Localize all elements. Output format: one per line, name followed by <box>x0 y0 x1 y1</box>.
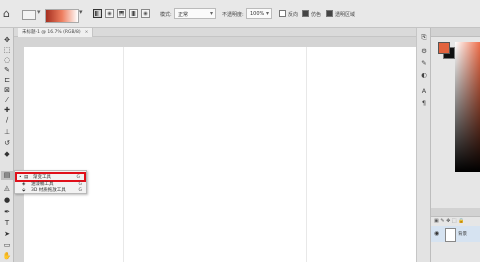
layer-name: 背景 <box>458 232 467 237</box>
reverse-label: 反向 <box>288 12 299 18</box>
eraser-icon[interactable]: ◆ <box>1 150 13 159</box>
reverse-checkbox[interactable] <box>279 10 286 17</box>
right-panels: ▣ ✎ ✥ ⬚ 🔒 ◉ 背景 <box>430 28 480 262</box>
opacity-select[interactable]: 100% <box>246 8 272 19</box>
gradient-editor-swatch[interactable] <box>45 9 79 23</box>
guide-line <box>306 47 307 262</box>
mode-label: 模式: <box>160 12 172 18</box>
tools-panel: ✥ ⬚ ◌ ✎ ⊏ ⊠ ⁄ ✚ ∕ ⊥ ↺ ◆ ▤ ◬ ● ✒ T ➤ ▭ ✋ <box>0 28 14 262</box>
healing-icon[interactable]: ✚ <box>1 106 13 115</box>
move-icon[interactable]: ✥ <box>1 36 13 45</box>
material-drop-icon: ⬙ <box>22 188 26 193</box>
blur-icon[interactable]: ◬ <box>1 184 13 193</box>
document-tab-title: 未标题-1 @ 16.7% (RGB/8) <box>22 30 81 35</box>
chevron-down-icon[interactable]: ▾ <box>79 8 83 16</box>
tool-preset-picker[interactable] <box>22 8 41 20</box>
pen-icon[interactable]: ✒ <box>1 208 13 217</box>
marquee-icon[interactable]: ⬚ <box>1 46 13 55</box>
properties-panel-icon[interactable]: ⚙ <box>419 46 429 56</box>
mode-select[interactable]: 正常 <box>174 8 216 19</box>
document-tab[interactable]: 未标题-1 @ 16.7% (RGB/8) × <box>18 28 94 37</box>
quick-select-icon[interactable]: ✎ <box>1 66 13 75</box>
panel-icon-strip: ⎘ ⚙ ✎ ◐ A ¶ <box>416 28 430 262</box>
transparency-checkbox[interactable] <box>326 10 333 17</box>
stamp-icon[interactable]: ⊥ <box>1 128 13 137</box>
hand-icon[interactable]: ✋ <box>1 252 13 261</box>
crop-icon[interactable]: ⊏ <box>1 76 13 85</box>
dither-label: 仿色 <box>311 12 322 18</box>
lasso-icon[interactable]: ◌ <box>1 56 13 65</box>
brush-settings-icon[interactable]: ✎ <box>419 58 429 68</box>
document-tab-bar: 未标题-1 @ 16.7% (RGB/8) × <box>14 28 416 37</box>
guide-line <box>123 47 124 262</box>
layer-thumbnail <box>445 228 456 242</box>
layers-panel-header <box>431 208 480 217</box>
radial-gradient-button[interactable] <box>105 9 114 18</box>
flyout-item-3d-material-drop[interactable]: ⬙ 3D 材质拖放工具 G <box>15 187 86 194</box>
transparency-label: 透明区域 <box>335 12 356 18</box>
gradient-icon: ▤ <box>24 175 29 180</box>
color-panel-header <box>431 28 480 37</box>
character-panel-icon[interactable]: A <box>419 86 429 96</box>
paragraph-panel-icon[interactable]: ¶ <box>419 98 429 108</box>
gradient-type-group <box>93 9 150 18</box>
brush-icon[interactable]: ∕ <box>1 116 13 125</box>
flyout-item-gradient[interactable]: • ▤ 渐变工具 G <box>15 172 86 182</box>
canvas-area[interactable] <box>14 37 416 262</box>
frame-icon[interactable]: ⊠ <box>1 86 13 95</box>
angle-gradient-button[interactable] <box>117 9 126 18</box>
linear-gradient-button[interactable] <box>93 9 102 18</box>
eyedropper-icon[interactable]: ⁄ <box>1 96 13 105</box>
layer-row[interactable]: ◉ 背景 <box>431 226 480 242</box>
reflected-gradient-button[interactable] <box>129 9 138 18</box>
color-picker-field[interactable] <box>455 42 480 172</box>
eye-icon[interactable]: ◉ <box>434 230 439 237</box>
diamond-gradient-button[interactable] <box>141 9 150 18</box>
history-panel-icon[interactable]: ⎘ <box>419 32 429 42</box>
path-select-icon[interactable]: ➤ <box>1 230 13 239</box>
foreground-color-swatch[interactable] <box>438 42 450 54</box>
close-icon[interactable]: × <box>85 30 89 35</box>
document-canvas[interactable] <box>24 47 416 262</box>
gradient-icon[interactable]: ▤ <box>1 171 13 180</box>
selected-bullet-icon: • <box>19 175 22 180</box>
type-icon[interactable]: T <box>1 219 13 228</box>
dodge-icon[interactable]: ● <box>1 196 13 205</box>
options-bar: ⌂ ▾ 模式: 正常 不透明度: 100% 反向 仿色 透明区域 <box>0 0 480 28</box>
rectangle-icon[interactable]: ▭ <box>1 241 13 250</box>
home-icon[interactable]: ⌂ <box>3 7 10 20</box>
history-brush-icon[interactable]: ↺ <box>1 139 13 148</box>
adjustments-icon[interactable]: ◐ <box>419 70 429 80</box>
opacity-label: 不透明度: <box>222 12 244 18</box>
dither-checkbox[interactable] <box>302 10 309 17</box>
gradient-tool-flyout: • ▤ 渐变工具 G ◈ 油漆桶工具 G ⬙ 3D 材质拖放工具 G <box>14 170 87 194</box>
layer-filter-icons[interactable]: ▣ ✎ ✥ ⬚ 🔒 <box>434 218 464 224</box>
